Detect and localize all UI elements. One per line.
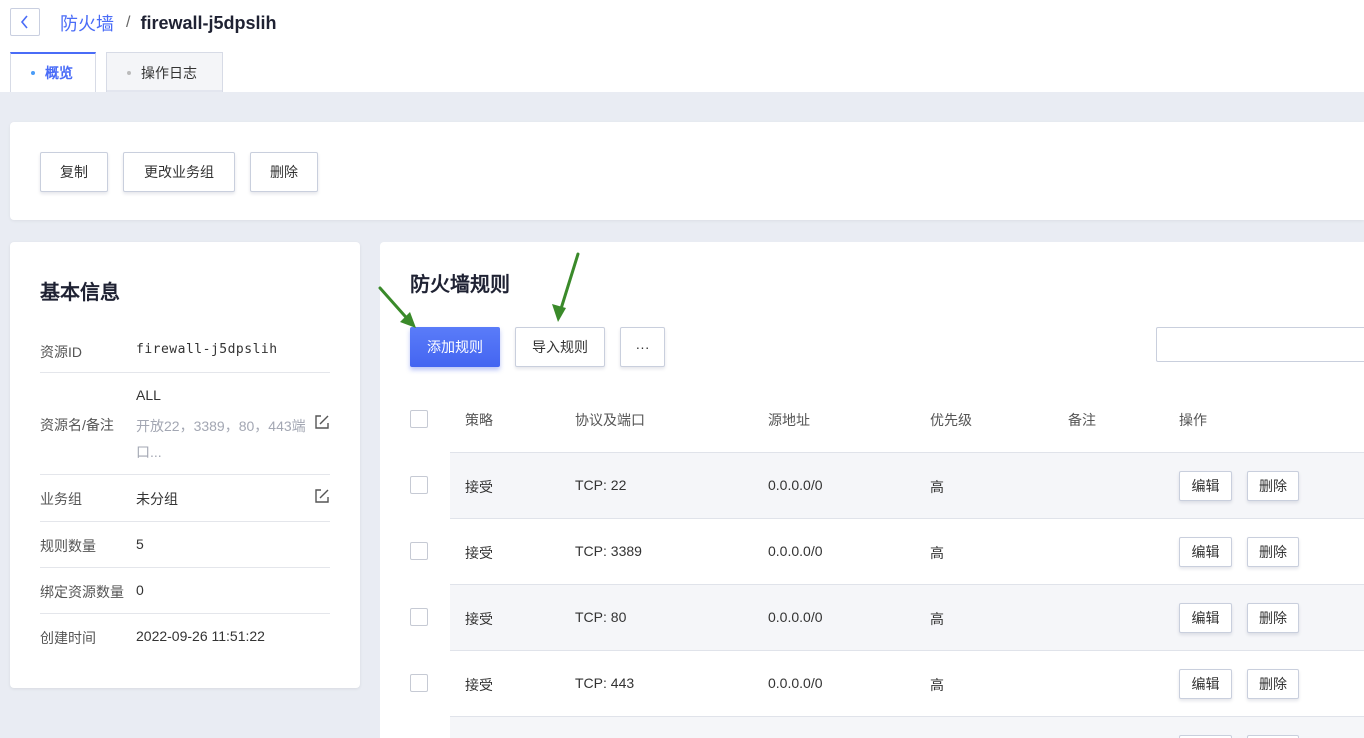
table-row: 接受 TCP: 80 0.0.0.0/0 高 编辑 删除 [450,584,1364,650]
table-row: 接受 TCP: 22 0.0.0.0/0 高 编辑 删除 [450,452,1364,518]
cell-policy: 接受 [465,677,493,693]
back-button[interactable] [10,8,40,36]
cell-policy: 接受 [465,479,493,495]
info-row-group: 业务组 未分组 [40,475,330,522]
column-header: 协议及端口 [575,412,645,428]
cell-priority: 高 [930,677,944,693]
edit-button[interactable]: 编辑 [1179,471,1232,501]
info-value: 5 [136,536,144,552]
edit-button[interactable]: 编辑 [1179,537,1232,567]
info-label: 资源ID [40,344,82,360]
column-header: 优先级 [930,412,972,428]
add-rule-button[interactable]: 添加规则 [410,327,500,367]
more-actions-button[interactable]: ··· [620,327,665,367]
info-label: 资源名/备注 [40,417,114,433]
edit-icon[interactable] [314,414,330,430]
row-checkbox[interactable] [410,476,428,494]
info-row-bound-count: 绑定资源数量 0 [40,568,330,614]
column-header: 策略 [465,412,493,428]
table-row [450,716,1364,738]
cell-source: 0.0.0.0/0 [768,543,823,559]
panel-title: 防火墙规则 [410,274,510,296]
panel-title: 基本信息 [40,282,120,304]
edit-button[interactable]: 编辑 [1179,603,1232,633]
info-value: 0 [136,582,144,598]
info-value: 2022-09-26 11:51:22 [136,628,265,644]
cell-policy: 接受 [465,611,493,627]
import-rule-button[interactable]: 导入规则 [515,327,605,367]
cell-priority: 高 [930,611,944,627]
chevron-left-icon [20,15,28,29]
tab-dot-icon [127,70,131,75]
column-header: 操作 [1179,412,1207,428]
cell-source: 0.0.0.0/0 [768,477,823,493]
edit-button[interactable]: 编辑 [1179,669,1232,699]
info-row-rule-count: 规则数量 5 [40,522,330,568]
cell-protocol: TCP: 80 [575,609,627,625]
delete-row-button[interactable]: 删除 [1247,669,1299,699]
basic-info-panel: 基本信息 资源ID firewall-j5dpslih 资源名/备注 ALL 开… [10,242,360,688]
cell-policy: 接受 [465,545,493,561]
info-row-created-time: 创建时间 2022-09-26 11:51:22 [40,614,330,660]
tab-overview[interactable]: 概览 [10,52,96,92]
cell-source: 0.0.0.0/0 [768,675,823,691]
change-group-button[interactable]: 更改业务组 [123,152,235,192]
select-all-checkbox[interactable] [410,410,428,428]
search-input[interactable] [1156,327,1364,362]
tab-operation-log[interactable]: 操作日志 [106,52,223,92]
info-row-name-remark: 资源名/备注 ALL 开放22，3389，80，443端口... [40,373,330,475]
cell-priority: 高 [930,479,944,495]
cell-protocol: TCP: 22 [575,477,627,493]
tab-label: 概览 [45,65,73,81]
cell-protocol: TCP: 443 [575,675,635,691]
column-header: 源地址 [768,412,810,428]
breadcrumb-separator: / [126,14,131,31]
info-note: 开放22，3389，80，443端口... [136,418,306,460]
info-label: 绑定资源数量 [40,584,124,600]
edit-icon[interactable] [314,488,330,504]
delete-row-button[interactable]: 删除 [1247,471,1299,501]
delete-row-button[interactable]: 删除 [1247,537,1299,567]
row-checkbox[interactable] [410,542,428,560]
tab-dot-icon [31,71,35,75]
table-header: 策略 协议及端口 源地址 优先级 备注 操作 [410,392,1364,452]
info-value: ALL [136,387,161,403]
cell-priority: 高 [930,545,944,561]
column-header: 备注 [1068,412,1096,428]
tab-label: 操作日志 [141,64,197,81]
copy-button[interactable]: 复制 [40,152,108,192]
page-title: firewall-j5dpslih [140,12,277,33]
delete-row-button[interactable]: 删除 [1247,603,1299,633]
cell-source: 0.0.0.0/0 [768,609,823,625]
breadcrumb: 防火墙 / firewall-j5dpslih [60,10,276,36]
delete-button[interactable]: 删除 [250,152,318,192]
top-bar: 防火墙 / firewall-j5dpslih 概览 操作日志 [0,0,1364,92]
table-row: 接受 TCP: 443 0.0.0.0/0 高 编辑 删除 [450,650,1364,716]
action-toolbar: 复制 更改业务组 删除 [10,122,1364,220]
firewall-rules-panel: 防火墙规则 添加规则 导入规则 ··· 策略 协议及端口 源地址 优先级 备注 … [380,242,1364,738]
cell-protocol: TCP: 3389 [575,543,642,559]
breadcrumb-parent-link[interactable]: 防火墙 [60,10,114,36]
table-row: 接受 TCP: 3389 0.0.0.0/0 高 编辑 删除 [450,518,1364,584]
row-checkbox[interactable] [410,608,428,626]
info-label: 业务组 [40,491,82,507]
info-label: 规则数量 [40,538,96,554]
row-checkbox[interactable] [410,674,428,692]
info-value: firewall-j5dpslih [136,342,278,357]
info-value: 未分组 [136,491,178,507]
info-row-resource-id: 资源ID firewall-j5dpslih [40,328,330,373]
info-label: 创建时间 [40,630,96,646]
